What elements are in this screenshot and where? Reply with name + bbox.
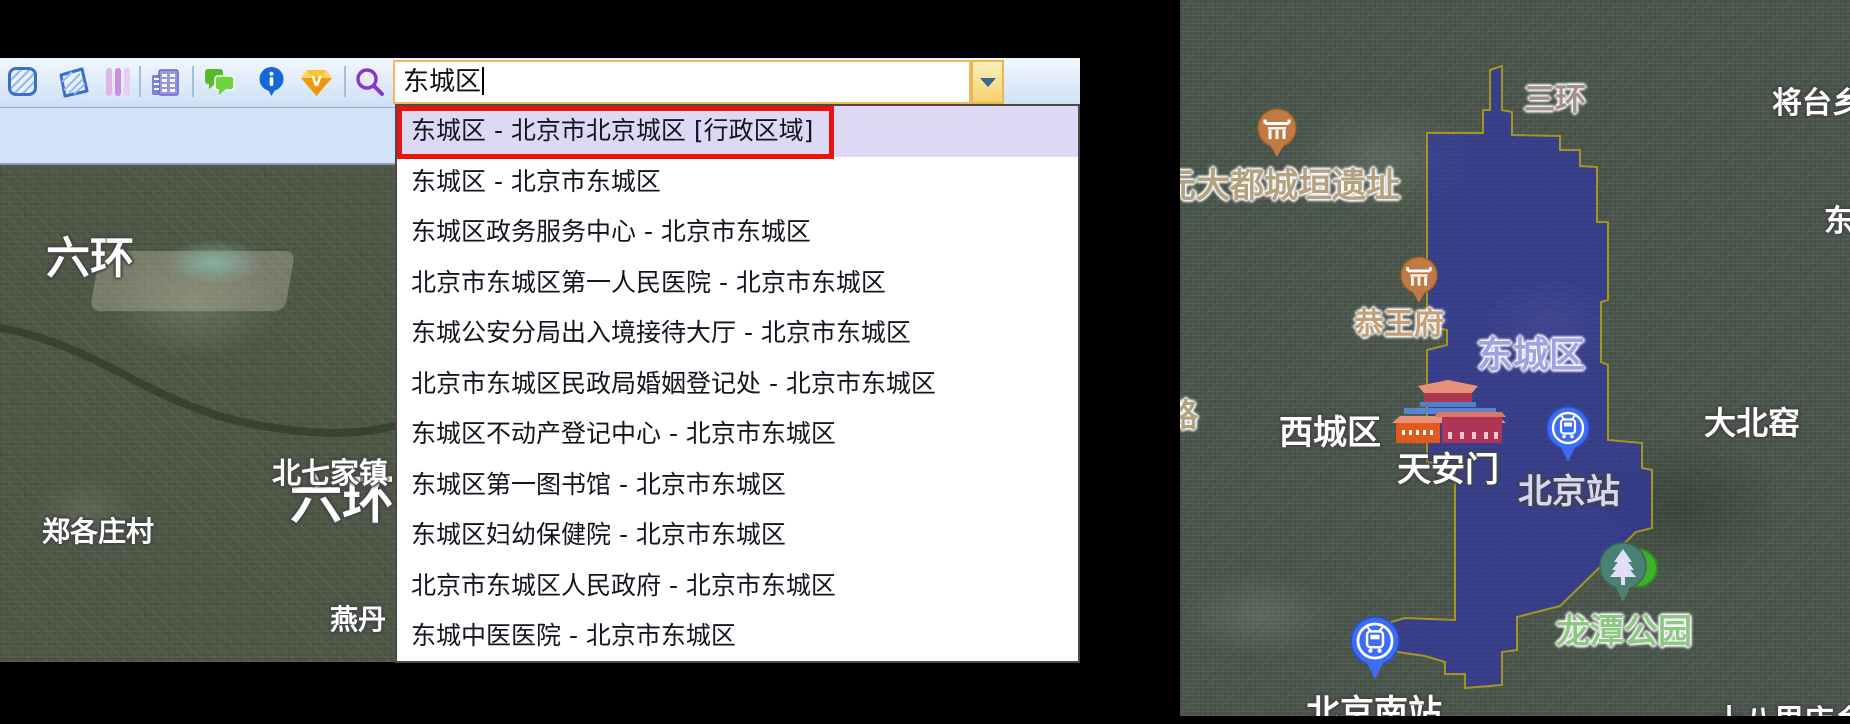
poi-label: 天安门 [1397, 442, 1499, 491]
town-label: 北七家镇 [272, 450, 388, 492]
vertical-bars-icon[interactable] [106, 68, 132, 96]
park-marker[interactable] [1599, 542, 1647, 604]
bottom-letterbox-bar [1180, 716, 1850, 724]
toolbar-separator [139, 66, 141, 97]
partial-label: 东 [1824, 196, 1850, 240]
suggestion-item[interactable]: 东城公安分局出入境接待大厅 - 北京市东城区 [397, 308, 1078, 359]
suggestion-item[interactable]: 东城区不动产登记中心 - 北京市东城区 [397, 409, 1078, 460]
selected-result-highlight-box [397, 106, 834, 159]
poi-label: 恭王府 [1354, 299, 1444, 343]
suggestion-item[interactable]: 东城区第一图书馆 - 北京市东城区 [397, 460, 1078, 511]
toolbar-separator [192, 66, 194, 97]
search-icon[interactable] [354, 66, 386, 98]
park-label: 龙潭公园 [1556, 604, 1692, 653]
tiananmen-landmark-icon[interactable] [1390, 376, 1508, 446]
search-input[interactable]: 东城区 [393, 60, 971, 104]
search-suggestions-list: 东城区 - 北京市北京城区 [行政区域] 东城区 - 北京市东城区 东城区政务服… [395, 104, 1080, 663]
partial-label: 路 [1180, 390, 1198, 436]
suggestion-item[interactable]: 北京市东城区第一人民医院 - 北京市东城区 [397, 258, 1078, 309]
svg-text:V: V [311, 74, 322, 90]
suggestion-item[interactable]: 东城中医医院 - 北京市东城区 [397, 611, 1078, 662]
station-label: 北京站 [1518, 464, 1620, 513]
train-station-marker[interactable] [1546, 406, 1590, 464]
road-label: 六环 [46, 222, 134, 286]
monument-marker[interactable] [1257, 108, 1297, 158]
village-label: 燕丹 [330, 598, 386, 638]
right-map-canvas[interactable]: 三环 将台乡 元大都城垣遗址 恭王府 东城区 西城区 大北窑 天安门 北京站 龙… [1180, 0, 1850, 724]
search-dropdown-button[interactable] [971, 60, 1004, 104]
suggestion-item[interactable]: 东城区妇幼保健院 - 北京市东城区 [397, 510, 1078, 561]
suggestion-item[interactable]: 北京市东城区人民政府 - 北京市东城区 [397, 561, 1078, 612]
chevron-down-icon [980, 78, 996, 87]
suggestion-item[interactable]: 东城区 - 北京市东城区 [397, 157, 1078, 208]
district-label: 东城区 [1477, 326, 1585, 378]
hatched-polygon-icon[interactable] [56, 66, 90, 99]
poi-label: 元大都城垣遗址 [1180, 158, 1400, 207]
info-pin-icon[interactable] [257, 66, 286, 98]
toolbar-separator [344, 66, 346, 97]
data-table-icon[interactable] [149, 66, 181, 98]
place-label: 大北窑 [1704, 398, 1800, 444]
road-label: 三环 [1524, 74, 1586, 119]
gem-v-icon[interactable]: V [301, 67, 332, 97]
village-label: 郑各庄村 [42, 510, 154, 550]
township-label: 将台乡 [1772, 78, 1850, 122]
app-window: 六环 六环 北七家镇 郑各庄村 燕丹 [0, 0, 1850, 724]
suggestion-item[interactable]: 北京市东城区民政局婚姻登记处 - 北京市东城区 [397, 359, 1078, 410]
district-label: 西城区 [1279, 405, 1381, 454]
text-caret [482, 67, 484, 95]
search-input-value: 东城区 [403, 67, 481, 97]
hatched-region-icon[interactable] [8, 67, 37, 96]
suggestion-item[interactable]: 东城区政务服务中心 - 北京市东城区 [397, 207, 1078, 258]
chat-icon[interactable] [203, 67, 236, 98]
monument-marker[interactable] [1400, 256, 1438, 304]
train-station-marker[interactable] [1349, 616, 1401, 682]
